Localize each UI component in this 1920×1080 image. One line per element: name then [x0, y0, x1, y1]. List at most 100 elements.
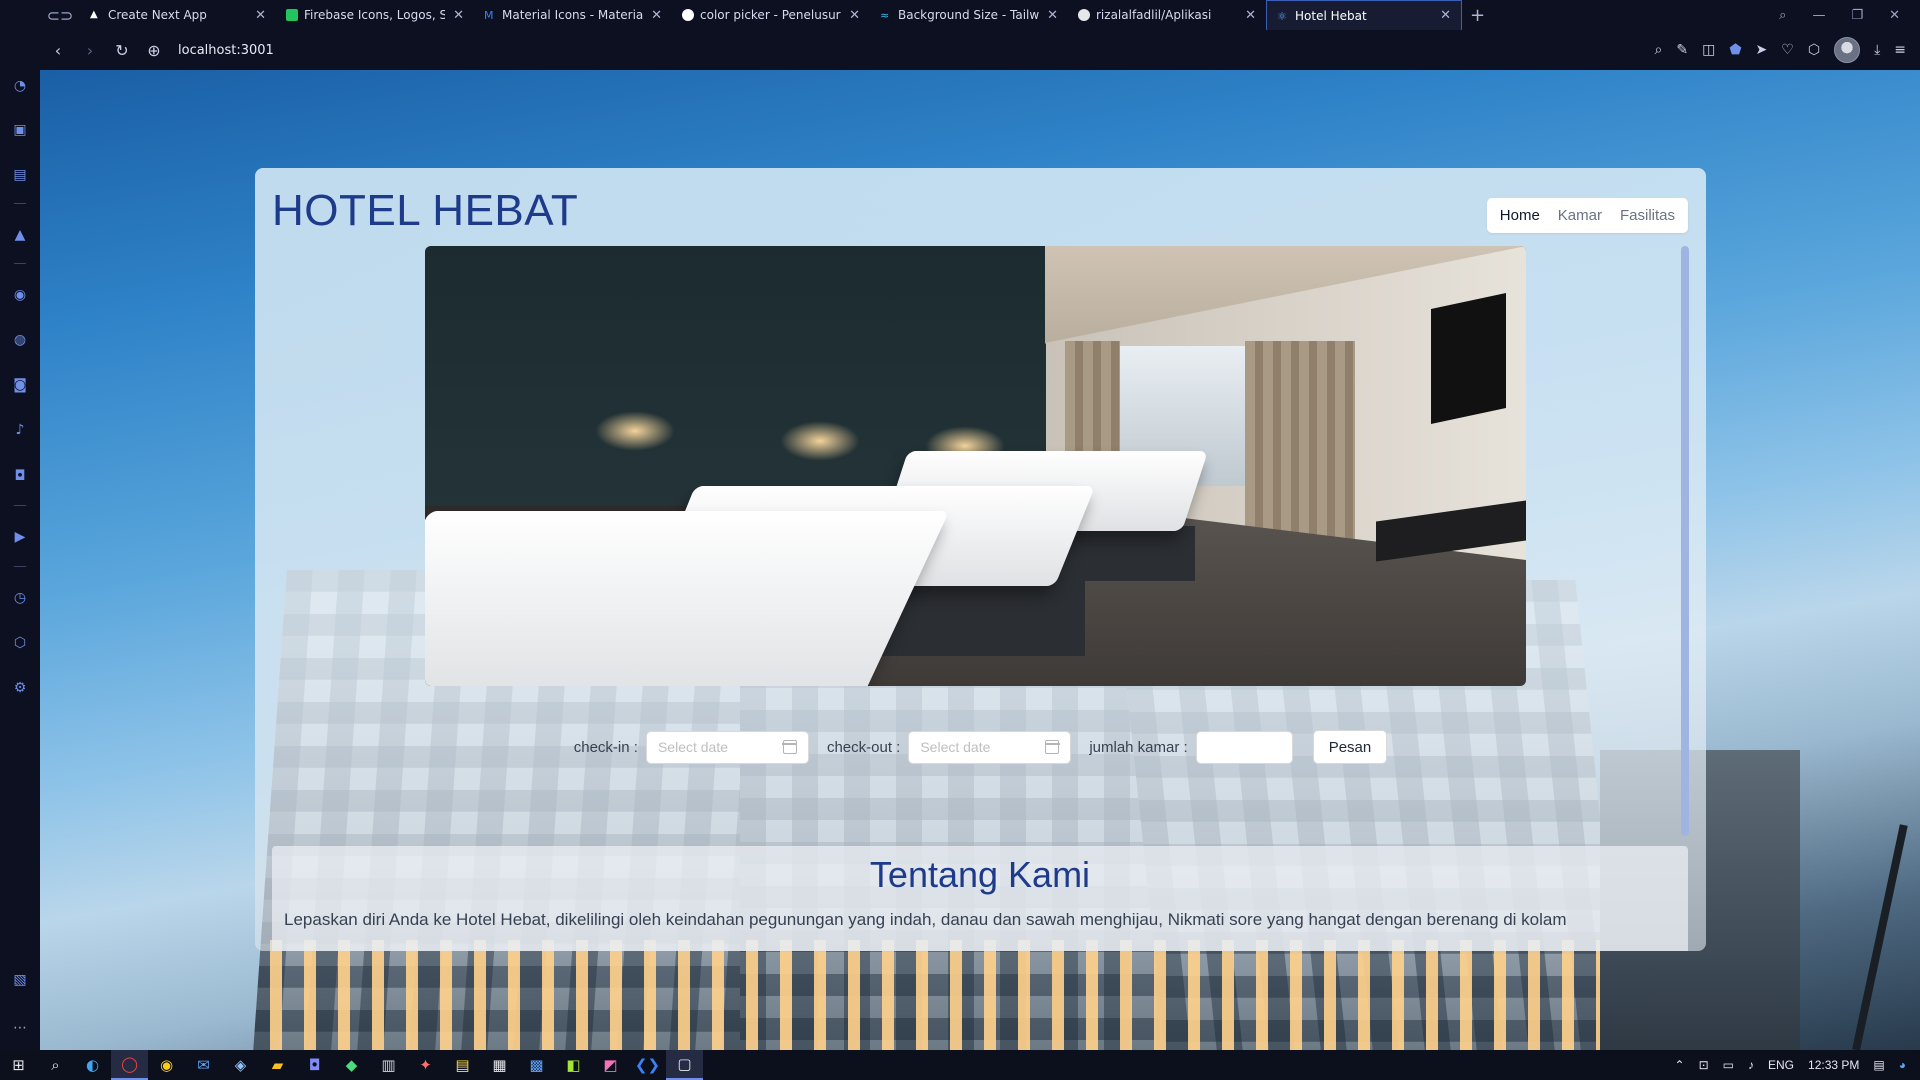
opera-gx-icon[interactable]: ◯: [111, 1050, 148, 1080]
app-icon[interactable]: ✦: [407, 1050, 444, 1080]
calendar-icon: [1044, 740, 1060, 754]
search-icon[interactable]: ⌕: [37, 1050, 74, 1080]
nav-kamar[interactable]: Kamar: [1549, 198, 1611, 233]
google-icon: [682, 9, 694, 21]
nav-fasilitas[interactable]: Fasilitas: [1611, 198, 1684, 233]
vpn-icon[interactable]: ⬟: [1729, 42, 1741, 58]
site-info-icon[interactable]: ⊕: [138, 41, 170, 60]
brand-title[interactable]: HOTEL HEBAT: [272, 186, 578, 236]
steam-icon[interactable]: ◈: [222, 1050, 259, 1080]
checkin-input[interactable]: [657, 739, 768, 755]
minimize-icon[interactable]: —: [1812, 8, 1825, 23]
search-icon[interactable]: ⌕: [1655, 42, 1663, 58]
language-indicator[interactable]: ENG: [1768, 1058, 1794, 1072]
snapshot-icon[interactable]: ◫: [1702, 42, 1715, 58]
close-icon[interactable]: ✕: [453, 8, 464, 23]
tab-firebase-icons[interactable]: Firebase Icons, Logos, Symb ✕: [276, 0, 474, 30]
share-icon[interactable]: ✎: [1676, 42, 1688, 58]
tab-title: Material Icons - Material UI: [502, 8, 644, 22]
network-icon[interactable]: ⊡: [1699, 1058, 1709, 1072]
discord-icon[interactable]: ◘: [10, 466, 30, 486]
tab-favicon-icon: [286, 9, 298, 21]
menu-icon[interactable]: ≡: [1894, 42, 1906, 58]
close-icon[interactable]: ✕: [1440, 8, 1451, 23]
extensions-icon[interactable]: ⬡: [10, 633, 30, 653]
close-icon[interactable]: ✕: [849, 8, 860, 23]
checkout-input[interactable]: [920, 739, 1031, 755]
rooms-field[interactable]: [1195, 730, 1293, 764]
instagram-icon[interactable]: ◙: [10, 375, 30, 395]
aria-icon[interactable]: ▲: [10, 225, 30, 245]
restore-icon[interactable]: ❐: [1851, 8, 1863, 23]
store-icon[interactable]: ▩: [518, 1050, 555, 1080]
app-icon[interactable]: ▦: [481, 1050, 518, 1080]
mail-icon[interactable]: ✉: [185, 1050, 222, 1080]
tab-favicon-icon: ▲: [90, 9, 98, 20]
close-window-icon[interactable]: ✕: [1889, 8, 1900, 23]
cube-icon[interactable]: ⬡: [1808, 42, 1820, 58]
edge-icon[interactable]: ◐: [74, 1050, 111, 1080]
app-icon[interactable]: ▤: [444, 1050, 481, 1080]
app-icon[interactable]: ◧: [555, 1050, 592, 1080]
scroll-area[interactable]: check-in : check-out : jumlah kamar : Pe…: [255, 246, 1706, 951]
gx-icon[interactable]: ▤: [10, 165, 30, 185]
url-field[interactable]: localhost:3001: [178, 43, 274, 58]
tab-material-icons[interactable]: M Material Icons - Material UI ✕: [474, 0, 672, 30]
main-card: HOTEL HEBAT Home Kamar Fasilitas check-i…: [255, 168, 1706, 951]
checkin-date-picker[interactable]: [645, 730, 809, 764]
close-icon[interactable]: ✕: [651, 8, 662, 23]
tab-title: Background Size - Tailwind: [898, 8, 1040, 22]
nav-home[interactable]: Home: [1491, 198, 1549, 233]
profile-avatar[interactable]: [1834, 37, 1861, 63]
volume-icon[interactable]: ♪: [1748, 1058, 1754, 1072]
new-tab-icon[interactable]: +: [1470, 5, 1485, 26]
app-icon[interactable]: ◩: [592, 1050, 629, 1080]
workspaces-icon[interactable]: ⊂⊃: [40, 0, 80, 30]
windows-start-icon[interactable]: ⊞: [0, 1050, 37, 1080]
vscode-icon[interactable]: ❮❯: [629, 1050, 666, 1080]
app-icon[interactable]: ◆: [333, 1050, 370, 1080]
tab-hotel-hebat[interactable]: ⚛ Hotel Hebat ✕: [1266, 0, 1462, 30]
calendar-icon: [782, 740, 798, 754]
close-icon[interactable]: ✕: [1245, 8, 1256, 23]
app-icon[interactable]: ▢: [666, 1050, 703, 1080]
tab-title: Hotel Hebat: [1295, 8, 1367, 23]
discord-icon[interactable]: ◘: [296, 1050, 333, 1080]
checkin-label: check-in :: [573, 738, 638, 756]
notification-icon[interactable]: ▤: [1873, 1058, 1884, 1072]
tab-background-size[interactable]: ≈ Background Size - Tailwind ✕: [870, 0, 1068, 30]
clock[interactable]: 12:33 PM: [1808, 1058, 1859, 1072]
app-icon[interactable]: ▥: [370, 1050, 407, 1080]
tab-create-next-app[interactable]: ▲ Create Next App ✕: [80, 0, 276, 30]
pesan-button[interactable]: Pesan: [1312, 730, 1388, 764]
chevron-up-icon[interactable]: ⌃: [1675, 1058, 1685, 1072]
more-icon[interactable]: ⋯: [10, 1018, 30, 1038]
wallpaper-icon[interactable]: ▧: [10, 970, 30, 990]
reload-icon[interactable]: ↻: [106, 41, 138, 60]
speed-dial-icon[interactable]: ◔: [10, 76, 30, 96]
shopping-icon[interactable]: ▣: [10, 120, 30, 140]
tab-color-picker[interactable]: color picker - Penelusuran ✕: [672, 0, 870, 30]
rooms-input[interactable]: [1196, 731, 1292, 763]
checkout-date-picker[interactable]: [908, 730, 1072, 764]
close-icon[interactable]: ✕: [255, 8, 266, 23]
battery-icon[interactable]: ▭: [1723, 1058, 1734, 1072]
tab-search-icon[interactable]: ⌕: [1779, 8, 1786, 23]
lit-windows: [270, 940, 1600, 1050]
whatsapp-icon[interactable]: ◍: [10, 330, 30, 350]
messenger-icon[interactable]: ◉: [10, 285, 30, 305]
settings-icon[interactable]: ⚙: [10, 678, 30, 698]
folder-icon[interactable]: ▰: [259, 1050, 296, 1080]
history-icon[interactable]: ◷: [10, 588, 30, 608]
forward-icon[interactable]: ›: [74, 41, 106, 60]
copilot-icon[interactable]: ◕: [1899, 1058, 1906, 1072]
heart-icon[interactable]: ♡: [1781, 42, 1794, 58]
close-icon[interactable]: ✕: [1047, 8, 1058, 23]
send-icon[interactable]: ➤: [1756, 42, 1768, 58]
tiktok-icon[interactable]: ♪: [10, 420, 30, 440]
back-icon[interactable]: ‹: [42, 41, 74, 60]
tab-github-repo[interactable]: rizalalfadlil/Aplikasi ✕: [1068, 0, 1266, 30]
chrome-icon[interactable]: ◉: [148, 1050, 185, 1080]
download-icon[interactable]: ⤓: [1874, 42, 1880, 58]
player-icon[interactable]: ▶: [10, 527, 30, 547]
